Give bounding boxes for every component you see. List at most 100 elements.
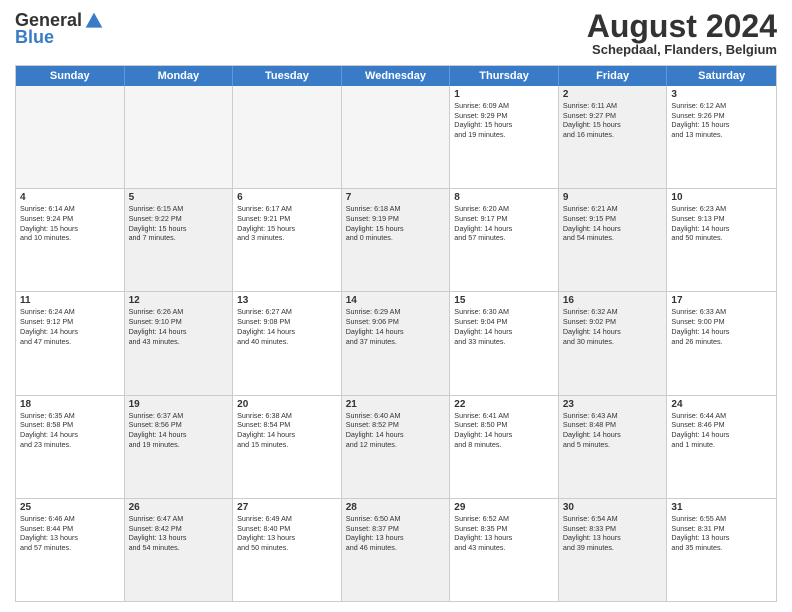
day-cell-17: 17Sunrise: 6:33 AM Sunset: 9:00 PM Dayli…	[667, 292, 776, 394]
day-cell-23: 23Sunrise: 6:43 AM Sunset: 8:48 PM Dayli…	[559, 396, 668, 498]
weekday-header-friday: Friday	[559, 66, 668, 86]
day-cell-21: 21Sunrise: 6:40 AM Sunset: 8:52 PM Dayli…	[342, 396, 451, 498]
day-cell-31: 31Sunrise: 6:55 AM Sunset: 8:31 PM Dayli…	[667, 499, 776, 601]
day-number: 4	[20, 192, 120, 203]
day-cell-1: 1Sunrise: 6:09 AM Sunset: 9:29 PM Daylig…	[450, 86, 559, 188]
day-number: 16	[563, 295, 663, 306]
day-number: 15	[454, 295, 554, 306]
day-cell-9: 9Sunrise: 6:21 AM Sunset: 9:15 PM Daylig…	[559, 189, 668, 291]
cell-info: Sunrise: 6:29 AM Sunset: 9:06 PM Dayligh…	[346, 307, 446, 346]
empty-cell-0-0	[16, 86, 125, 188]
cell-info: Sunrise: 6:54 AM Sunset: 8:33 PM Dayligh…	[563, 514, 663, 553]
cell-info: Sunrise: 6:15 AM Sunset: 9:22 PM Dayligh…	[129, 204, 229, 243]
cell-info: Sunrise: 6:35 AM Sunset: 8:58 PM Dayligh…	[20, 411, 120, 450]
cell-info: Sunrise: 6:32 AM Sunset: 9:02 PM Dayligh…	[563, 307, 663, 346]
day-number: 21	[346, 399, 446, 410]
day-cell-24: 24Sunrise: 6:44 AM Sunset: 8:46 PM Dayli…	[667, 396, 776, 498]
day-cell-11: 11Sunrise: 6:24 AM Sunset: 9:12 PM Dayli…	[16, 292, 125, 394]
day-cell-14: 14Sunrise: 6:29 AM Sunset: 9:06 PM Dayli…	[342, 292, 451, 394]
cell-info: Sunrise: 6:52 AM Sunset: 8:35 PM Dayligh…	[454, 514, 554, 553]
cell-info: Sunrise: 6:43 AM Sunset: 8:48 PM Dayligh…	[563, 411, 663, 450]
day-number: 24	[671, 399, 772, 410]
day-cell-27: 27Sunrise: 6:49 AM Sunset: 8:40 PM Dayli…	[233, 499, 342, 601]
day-cell-16: 16Sunrise: 6:32 AM Sunset: 9:02 PM Dayli…	[559, 292, 668, 394]
cell-info: Sunrise: 6:44 AM Sunset: 8:46 PM Dayligh…	[671, 411, 772, 450]
cell-info: Sunrise: 6:12 AM Sunset: 9:26 PM Dayligh…	[671, 101, 772, 140]
cell-info: Sunrise: 6:14 AM Sunset: 9:24 PM Dayligh…	[20, 204, 120, 243]
calendar: SundayMondayTuesdayWednesdayThursdayFrid…	[15, 65, 777, 602]
calendar-row-0: 1Sunrise: 6:09 AM Sunset: 9:29 PM Daylig…	[16, 86, 776, 189]
cell-info: Sunrise: 6:18 AM Sunset: 9:19 PM Dayligh…	[346, 204, 446, 243]
cell-info: Sunrise: 6:33 AM Sunset: 9:00 PM Dayligh…	[671, 307, 772, 346]
cell-info: Sunrise: 6:17 AM Sunset: 9:21 PM Dayligh…	[237, 204, 337, 243]
day-number: 17	[671, 295, 772, 306]
cell-info: Sunrise: 6:26 AM Sunset: 9:10 PM Dayligh…	[129, 307, 229, 346]
day-number: 20	[237, 399, 337, 410]
cell-info: Sunrise: 6:38 AM Sunset: 8:54 PM Dayligh…	[237, 411, 337, 450]
day-number: 30	[563, 502, 663, 513]
day-number: 28	[346, 502, 446, 513]
cell-info: Sunrise: 6:20 AM Sunset: 9:17 PM Dayligh…	[454, 204, 554, 243]
cell-info: Sunrise: 6:37 AM Sunset: 8:56 PM Dayligh…	[129, 411, 229, 450]
day-cell-18: 18Sunrise: 6:35 AM Sunset: 8:58 PM Dayli…	[16, 396, 125, 498]
day-number: 25	[20, 502, 120, 513]
calendar-header: SundayMondayTuesdayWednesdayThursdayFrid…	[16, 66, 776, 86]
weekday-header-tuesday: Tuesday	[233, 66, 342, 86]
day-number: 12	[129, 295, 229, 306]
calendar-row-2: 11Sunrise: 6:24 AM Sunset: 9:12 PM Dayli…	[16, 292, 776, 395]
weekday-header-monday: Monday	[125, 66, 234, 86]
calendar-body: 1Sunrise: 6:09 AM Sunset: 9:29 PM Daylig…	[16, 86, 776, 601]
weekday-header-wednesday: Wednesday	[342, 66, 451, 86]
weekday-header-sunday: Sunday	[16, 66, 125, 86]
cell-info: Sunrise: 6:41 AM Sunset: 8:50 PM Dayligh…	[454, 411, 554, 450]
calendar-row-1: 4Sunrise: 6:14 AM Sunset: 9:24 PM Daylig…	[16, 189, 776, 292]
month-title: August 2024	[587, 10, 777, 42]
day-number: 6	[237, 192, 337, 203]
day-cell-10: 10Sunrise: 6:23 AM Sunset: 9:13 PM Dayli…	[667, 189, 776, 291]
cell-info: Sunrise: 6:30 AM Sunset: 9:04 PM Dayligh…	[454, 307, 554, 346]
day-number: 29	[454, 502, 554, 513]
cell-info: Sunrise: 6:23 AM Sunset: 9:13 PM Dayligh…	[671, 204, 772, 243]
calendar-row-3: 18Sunrise: 6:35 AM Sunset: 8:58 PM Dayli…	[16, 396, 776, 499]
cell-info: Sunrise: 6:21 AM Sunset: 9:15 PM Dayligh…	[563, 204, 663, 243]
cell-info: Sunrise: 6:24 AM Sunset: 9:12 PM Dayligh…	[20, 307, 120, 346]
day-cell-4: 4Sunrise: 6:14 AM Sunset: 9:24 PM Daylig…	[16, 189, 125, 291]
day-cell-20: 20Sunrise: 6:38 AM Sunset: 8:54 PM Dayli…	[233, 396, 342, 498]
location: Schepdaal, Flanders, Belgium	[587, 42, 777, 57]
empty-cell-0-3	[342, 86, 451, 188]
day-cell-25: 25Sunrise: 6:46 AM Sunset: 8:44 PM Dayli…	[16, 499, 125, 601]
calendar-row-4: 25Sunrise: 6:46 AM Sunset: 8:44 PM Dayli…	[16, 499, 776, 601]
day-number: 26	[129, 502, 229, 513]
empty-cell-0-1	[125, 86, 234, 188]
day-cell-8: 8Sunrise: 6:20 AM Sunset: 9:17 PM Daylig…	[450, 189, 559, 291]
day-cell-6: 6Sunrise: 6:17 AM Sunset: 9:21 PM Daylig…	[233, 189, 342, 291]
day-number: 13	[237, 295, 337, 306]
day-number: 19	[129, 399, 229, 410]
day-number: 22	[454, 399, 554, 410]
day-number: 14	[346, 295, 446, 306]
day-cell-3: 3Sunrise: 6:12 AM Sunset: 9:26 PM Daylig…	[667, 86, 776, 188]
weekday-header-thursday: Thursday	[450, 66, 559, 86]
day-number: 18	[20, 399, 120, 410]
cell-info: Sunrise: 6:11 AM Sunset: 9:27 PM Dayligh…	[563, 101, 663, 140]
day-cell-5: 5Sunrise: 6:15 AM Sunset: 9:22 PM Daylig…	[125, 189, 234, 291]
day-cell-19: 19Sunrise: 6:37 AM Sunset: 8:56 PM Dayli…	[125, 396, 234, 498]
day-cell-2: 2Sunrise: 6:11 AM Sunset: 9:27 PM Daylig…	[559, 86, 668, 188]
cell-info: Sunrise: 6:46 AM Sunset: 8:44 PM Dayligh…	[20, 514, 120, 553]
cell-info: Sunrise: 6:40 AM Sunset: 8:52 PM Dayligh…	[346, 411, 446, 450]
day-cell-30: 30Sunrise: 6:54 AM Sunset: 8:33 PM Dayli…	[559, 499, 668, 601]
day-cell-15: 15Sunrise: 6:30 AM Sunset: 9:04 PM Dayli…	[450, 292, 559, 394]
title-block: August 2024 Schepdaal, Flanders, Belgium	[587, 10, 777, 57]
day-cell-28: 28Sunrise: 6:50 AM Sunset: 8:37 PM Dayli…	[342, 499, 451, 601]
day-cell-29: 29Sunrise: 6:52 AM Sunset: 8:35 PM Dayli…	[450, 499, 559, 601]
day-number: 3	[671, 89, 772, 100]
day-cell-7: 7Sunrise: 6:18 AM Sunset: 9:19 PM Daylig…	[342, 189, 451, 291]
weekday-header-saturday: Saturday	[667, 66, 776, 86]
day-number: 5	[129, 192, 229, 203]
cell-info: Sunrise: 6:47 AM Sunset: 8:42 PM Dayligh…	[129, 514, 229, 553]
day-cell-26: 26Sunrise: 6:47 AM Sunset: 8:42 PM Dayli…	[125, 499, 234, 601]
day-number: 9	[563, 192, 663, 203]
logo-blue-text: Blue	[15, 27, 54, 48]
day-number: 31	[671, 502, 772, 513]
day-number: 10	[671, 192, 772, 203]
